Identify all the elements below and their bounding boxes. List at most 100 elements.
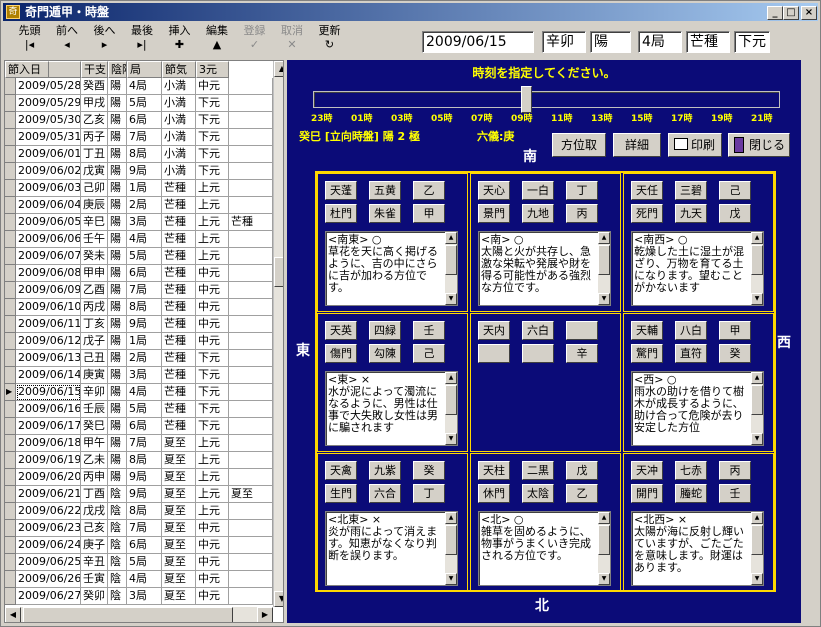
grid-cell[interactable]: 芒種 — [162, 350, 196, 367]
grid-cell[interactable] — [229, 180, 273, 197]
grid-cell[interactable]: 辛丑 — [81, 554, 108, 571]
grid-cell[interactable]: 乙亥 — [81, 112, 108, 129]
grid-cell[interactable]: 下元 — [196, 367, 229, 384]
row-header[interactable] — [5, 214, 16, 231]
palace-chip[interactable]: 三碧 — [675, 181, 707, 200]
grid-cell[interactable]: 夏至 — [162, 469, 196, 486]
grid-cell[interactable]: 8局 — [127, 299, 162, 316]
description-scrollbar[interactable]: ▲ ▼ — [751, 372, 763, 445]
grid-cell[interactable]: 小満 — [162, 112, 196, 129]
grid-cell[interactable] — [229, 282, 273, 299]
grid-cell[interactable]: 2局 — [127, 350, 162, 367]
description-scrollbar[interactable]: ▲ ▼ — [751, 232, 763, 305]
grid-cell[interactable]: 下元 — [196, 129, 229, 146]
grid-cell[interactable]: 陽 — [108, 333, 127, 350]
table-row[interactable]: 2009/06/24 庚子陰 6局 夏至 中元 — [5, 537, 273, 554]
maximize-button[interactable]: □ — [783, 6, 799, 20]
houi-button[interactable]: 方位取 — [552, 133, 606, 157]
palace-chip[interactable]: 天任 — [631, 181, 663, 200]
grid-cell[interactable]: 1局 — [127, 333, 162, 350]
grid-cell[interactable] — [229, 503, 273, 520]
grid-cell[interactable]: 夏至 — [162, 588, 196, 605]
time-slider-track[interactable] — [313, 91, 780, 108]
grid-cell[interactable]: 辛卯 — [81, 384, 108, 401]
grid-cell[interactable]: 陽 — [108, 78, 127, 95]
description-scrollbar[interactable]: ▲ ▼ — [445, 232, 457, 305]
table-row[interactable]: 2009/06/12 戊子陽 1局 芒種 中元 — [5, 333, 273, 350]
scroll-thumb[interactable] — [445, 245, 457, 275]
scroll-up-icon[interactable]: ▲ — [274, 61, 283, 77]
table-row[interactable]: 2009/06/05 辛巳陽 3局 芒種 上元 芒種 — [5, 214, 273, 231]
palace-chip[interactable]: 辛 — [566, 344, 598, 363]
palace-description[interactable]: <北東> × 炎が雨によって消えます。知恵がなくなり判断を誤ります。 ▲ ▼ — [325, 511, 458, 586]
palace-chip[interactable]: 甲 — [413, 204, 445, 223]
palace-chip[interactable]: 天輔 — [631, 321, 663, 340]
grid-cell[interactable]: 陰 — [108, 503, 127, 520]
palace-chip[interactable]: 丁 — [413, 484, 445, 503]
row-header[interactable] — [5, 350, 16, 367]
column-header[interactable]: 陰陽 — [108, 61, 127, 78]
grid-cell[interactable]: 下元 — [196, 384, 229, 401]
grid-cell[interactable]: 庚辰 — [81, 197, 108, 214]
close-window-button[interactable]: × — [801, 6, 817, 20]
grid-cell[interactable]: 2009/06/04 — [16, 197, 81, 214]
grid-cell[interactable]: 2009/06/11 — [16, 316, 81, 333]
row-header[interactable] — [5, 571, 16, 588]
grid-cell[interactable]: 陰 — [108, 537, 127, 554]
grid-cell[interactable]: 乙未 — [81, 452, 108, 469]
palace-chip[interactable]: 乙 — [413, 181, 445, 200]
grid-cell[interactable]: 芒種 — [162, 316, 196, 333]
horizontal-scrollbar[interactable]: ◀ ▶ — [5, 607, 273, 622]
kyoku-field[interactable]: 4局 — [638, 31, 682, 53]
grid-cell[interactable]: 芒種 — [162, 401, 196, 418]
palace-chip[interactable]: 癸 — [719, 344, 751, 363]
grid-cell[interactable]: 5局 — [127, 248, 162, 265]
grid-cell[interactable]: 夏至 — [162, 435, 196, 452]
grid-cell[interactable]: 5局 — [127, 401, 162, 418]
row-header[interactable] — [5, 129, 16, 146]
row-header[interactable] — [5, 537, 16, 554]
grid-cell[interactable]: 小満 — [162, 78, 196, 95]
grid-cell[interactable]: 6局 — [127, 418, 162, 435]
row-header[interactable] — [5, 248, 16, 265]
row-header[interactable] — [5, 452, 16, 469]
grid-cell[interactable]: 陽 — [108, 418, 127, 435]
toolbar-button-2[interactable]: 後へ ▸ — [86, 24, 123, 58]
grid-cell[interactable]: 陽 — [108, 112, 127, 129]
current-row-arrow-icon[interactable]: ▶ — [5, 384, 16, 401]
palace-chip[interactable]: 傷門 — [325, 344, 357, 363]
grid-cell[interactable]: 2009/06/22 — [16, 503, 81, 520]
table-row[interactable]: 2009/06/09 乙酉陽 7局 芒種 中元 — [5, 282, 273, 299]
grid-cell[interactable]: 陰 — [108, 571, 127, 588]
table-row[interactable]: 2009/06/19 乙未陽 8局 夏至 上元 — [5, 452, 273, 469]
palace-chip[interactable]: 二黒 — [522, 461, 554, 480]
palace-chip[interactable]: 戊 — [566, 461, 598, 480]
grid-cell[interactable]: 中元 — [196, 282, 229, 299]
date-grid[interactable]: 日干支陰陽局節気3元節入日2009/05/28癸酉陽4局小満中元2009/05/… — [4, 60, 284, 623]
grid-cell[interactable]: 2009/06/01 — [16, 146, 81, 163]
grid-cell[interactable]: 2009/06/23 — [16, 520, 81, 537]
toolbar-button-0[interactable]: 先頭 |◂ — [11, 24, 48, 58]
scroll-down-icon[interactable]: ▼ — [598, 293, 610, 305]
grid-cell[interactable]: 2009/05/29 — [16, 95, 81, 112]
palace-description[interactable]: <南> ○ 太陽と火が共存し、急激な栄転や発展や財を得る可能性がある強烈な方位で… — [478, 231, 611, 306]
grid-cell[interactable]: 陽 — [108, 231, 127, 248]
palace-chip[interactable]: 壬 — [719, 484, 751, 503]
palace-chip[interactable]: 丙 — [719, 461, 751, 480]
grid-cell[interactable]: 壬辰 — [81, 401, 108, 418]
grid-cell[interactable]: 丁丑 — [81, 146, 108, 163]
grid-cell[interactable]: 芒種 — [162, 282, 196, 299]
scroll-thumb[interactable] — [445, 385, 457, 415]
grid-cell[interactable]: 2局 — [127, 197, 162, 214]
grid-cell[interactable]: 陰 — [108, 588, 127, 605]
grid-cell[interactable]: 夏至 — [162, 503, 196, 520]
row-header[interactable] — [5, 299, 16, 316]
column-header[interactable]: 節気 — [162, 61, 196, 78]
palace-chip[interactable]: 癸 — [413, 461, 445, 480]
palace-chip[interactable]: 太陰 — [522, 484, 554, 503]
time-slider-thumb[interactable] — [521, 86, 532, 113]
grid-cell[interactable]: 癸酉 — [81, 78, 108, 95]
grid-cell[interactable]: 陽 — [108, 197, 127, 214]
palace-chip[interactable]: 四緑 — [369, 321, 401, 340]
grid-cell[interactable]: 3局 — [127, 214, 162, 231]
